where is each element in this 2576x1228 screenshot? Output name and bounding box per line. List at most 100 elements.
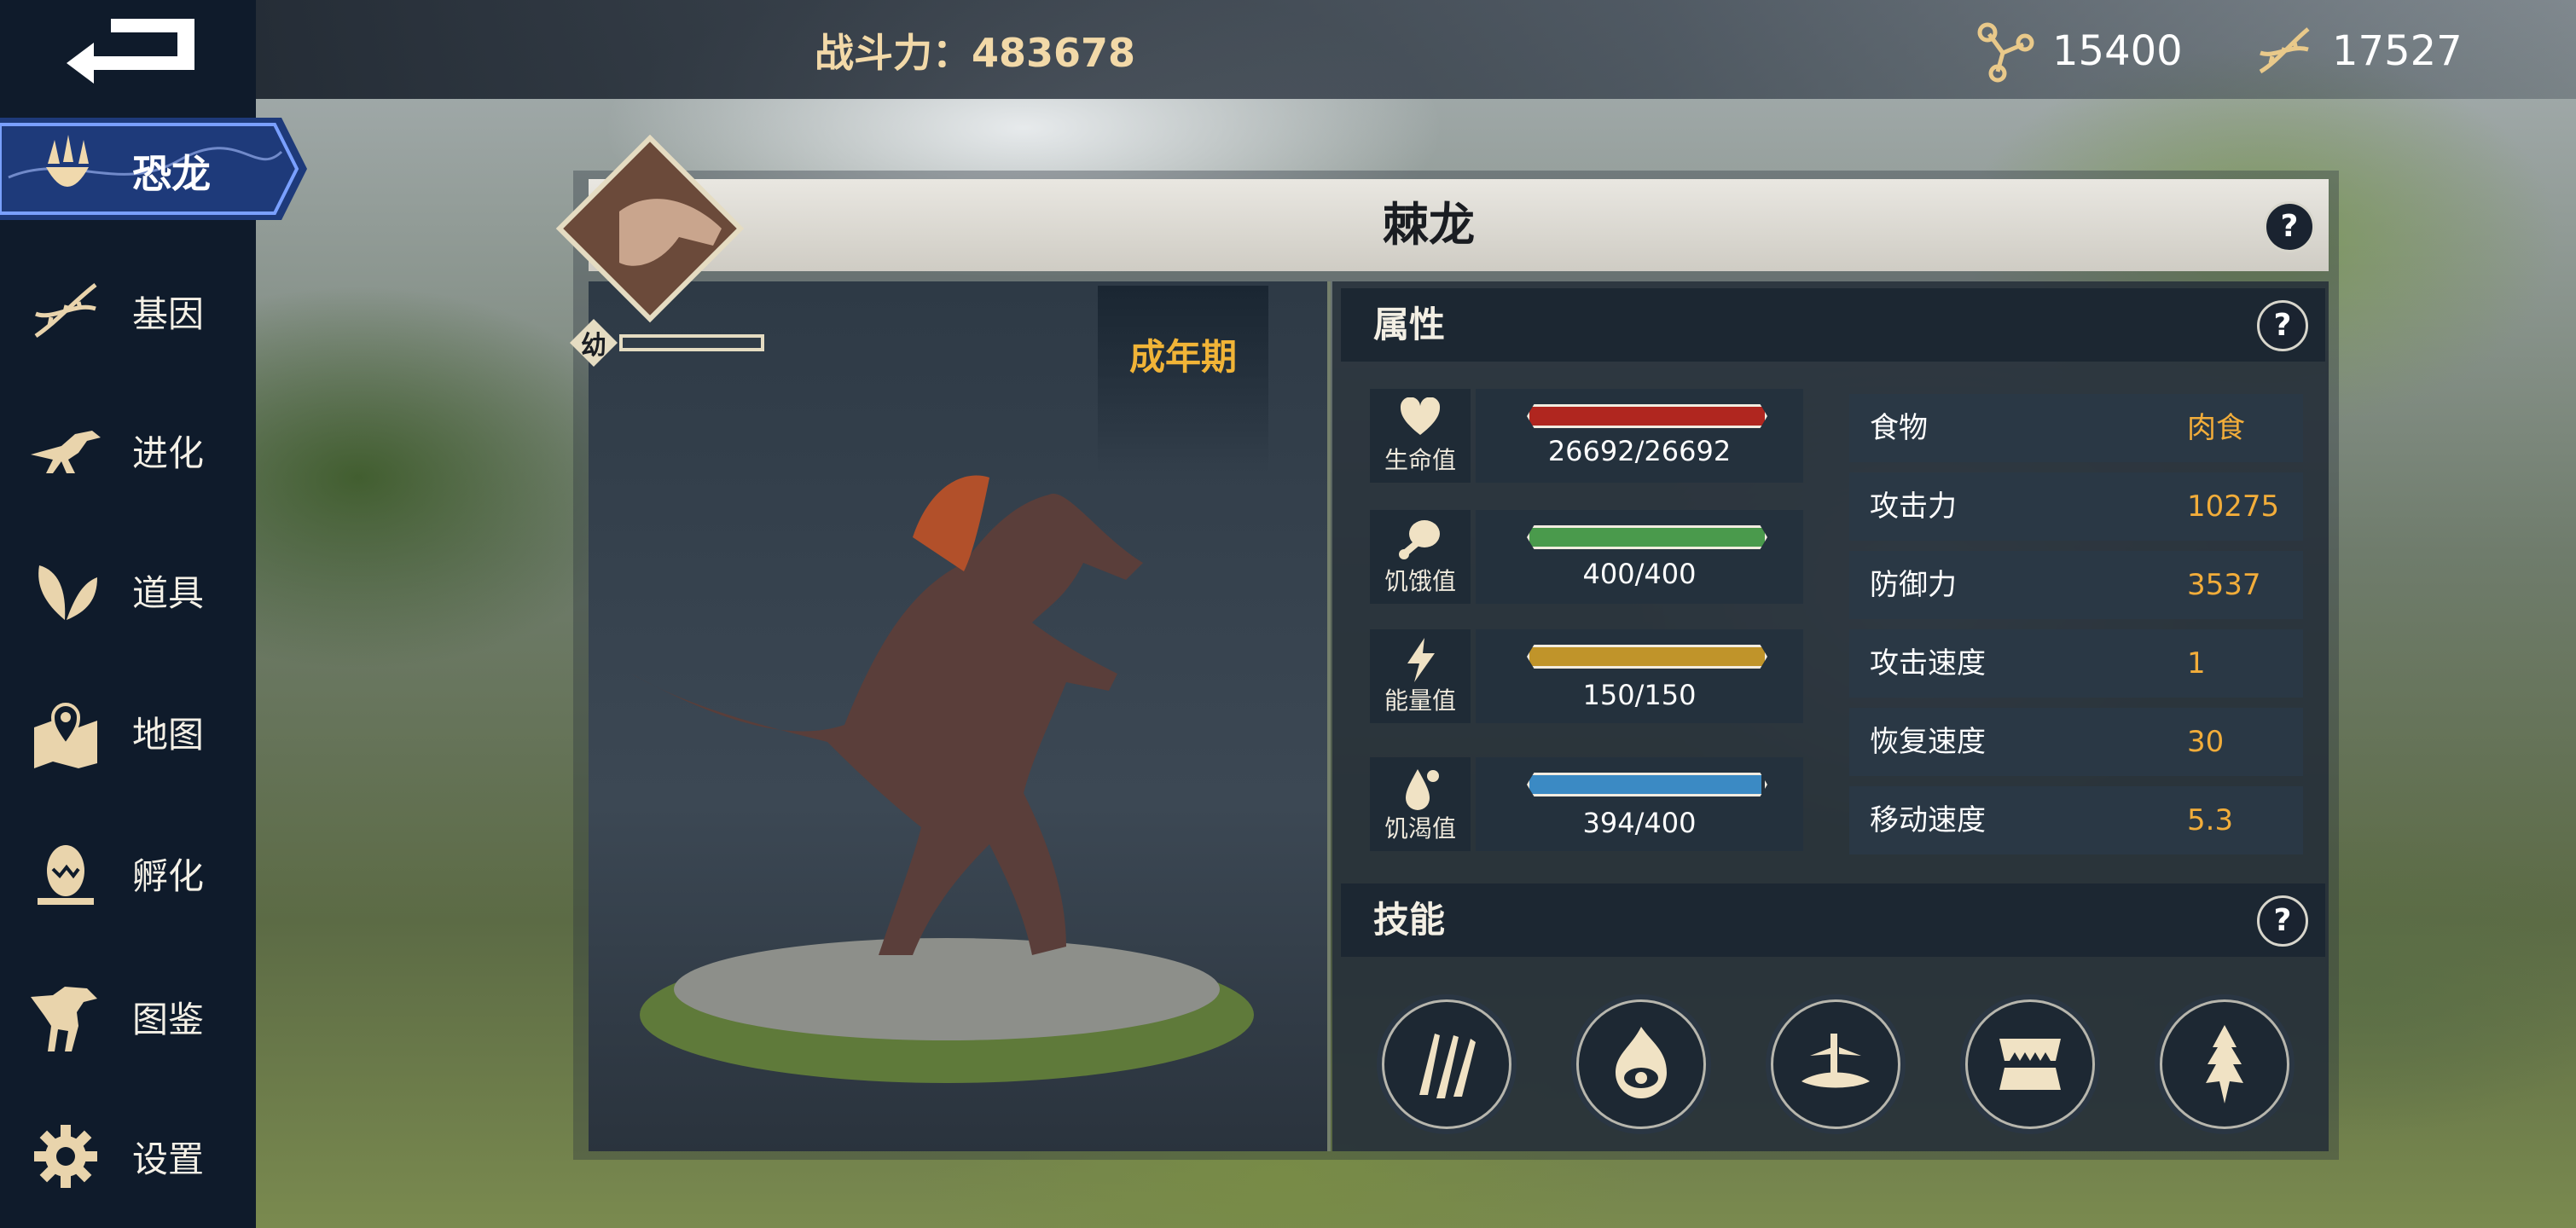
sidebar-item-map[interactable]: 地图 <box>0 681 256 783</box>
back-button[interactable] <box>0 0 256 99</box>
stat-value: 5.3 <box>2187 803 2234 837</box>
claw-slash-icon <box>1419 1034 1476 1098</box>
skill-slot-4[interactable] <box>1965 999 2095 1129</box>
fire-eye-icon <box>1616 1027 1667 1098</box>
vital-row-hunger: 饥饿值 400/400 <box>1370 510 1803 604</box>
vital-value-box: 400/400 <box>1476 510 1803 604</box>
stat-value: 30 <box>2187 725 2225 759</box>
skill-slot-5[interactable] <box>2160 999 2289 1129</box>
gear-icon <box>34 1125 97 1188</box>
stat-value: 3537 <box>2187 568 2261 602</box>
sidebar-item-hatch[interactable]: 孵化 <box>0 822 256 924</box>
skill-slot-3[interactable] <box>1771 999 1900 1129</box>
pane-divider <box>1327 281 1331 1151</box>
molecule-count: 15400 <box>2052 27 2183 75</box>
currency-molecule: 15400 <box>1972 19 2183 84</box>
combat-power-label: 战斗力： <box>815 30 972 76</box>
back-arrow-icon <box>67 19 194 84</box>
vital-value: 400/400 <box>1582 558 1697 590</box>
dino-claw-icon <box>46 135 89 187</box>
skill-slot-1[interactable] <box>1382 999 1511 1129</box>
sidebar-item-codex[interactable]: 图鉴 <box>0 965 256 1068</box>
skills-header: 技能 ? <box>1341 883 2325 957</box>
water-drop-icon <box>1406 769 1439 810</box>
vital-row-health: 生命值 26692/26692 <box>1370 389 1803 483</box>
attributes-title: 属性 <box>1373 304 1446 345</box>
dna-icon <box>34 283 97 339</box>
meat-icon <box>1399 520 1440 559</box>
stat-name: 移动速度 <box>1870 803 1986 837</box>
sidebar-item-label: 道具 <box>132 571 205 614</box>
thirst-bar-fill <box>1529 775 1761 794</box>
vital-name: 生命值 <box>1384 446 1456 474</box>
splash-icon <box>1801 1034 1870 1088</box>
stat-row-attack: 攻击力 10275 <box>1849 472 2303 541</box>
currency-dna: 17527 <box>2252 19 2463 84</box>
combat-power: 战斗力：483678 <box>815 22 1135 78</box>
thirst-bar <box>1527 773 1767 796</box>
bite-icon <box>1999 1039 2061 1090</box>
sidebar-item-label: 地图 <box>132 713 205 756</box>
stat-row-move-speed: 移动速度 5.3 <box>1849 786 2303 854</box>
stat-row-food: 食物 肉食 <box>1849 394 2303 462</box>
sidebar-item-items[interactable]: 道具 <box>0 539 256 641</box>
energy-bar <box>1527 645 1767 669</box>
attributes-help-button[interactable]: ? <box>2257 300 2308 351</box>
energy-bar-fill <box>1529 647 1765 666</box>
leaf-icon <box>38 565 97 620</box>
stat-name: 攻击速度 <box>1870 646 1986 681</box>
skills-title: 技能 <box>1373 899 1446 941</box>
sidebar-item-label: 进化 <box>132 432 205 474</box>
vital-value: 150/150 <box>1582 679 1697 711</box>
sidebar-item-label: 基因 <box>132 293 205 335</box>
lightning-icon <box>1407 638 1435 682</box>
vital-row-thirst: 饥渴值 394/400 <box>1370 757 1803 851</box>
dna-count: 17527 <box>2332 27 2463 75</box>
vital-value: 394/400 <box>1582 807 1697 839</box>
combat-power-value: 483678 <box>972 30 1136 76</box>
stat-row-defense: 防御力 3537 <box>1849 551 2303 619</box>
egg-icon <box>38 845 94 905</box>
stat-name: 恢复速度 <box>1870 725 1986 759</box>
sidebar-item-dinosaur[interactable]: 恐龙 <box>0 118 307 220</box>
sidebar-item-label: 恐龙 <box>132 151 211 197</box>
spike-burst-icon <box>2206 1025 2243 1103</box>
attributes-header: 属性 ? <box>1341 288 2325 362</box>
stat-value: 肉食 <box>2187 411 2245 445</box>
hunger-bar <box>1527 525 1767 549</box>
raptor-icon <box>31 431 101 473</box>
vital-icon-box: 能量值 <box>1370 629 1471 723</box>
stat-name: 食物 <box>1870 411 1928 445</box>
heart-icon <box>1400 397 1441 435</box>
dna-icon <box>2259 27 2310 74</box>
stat-name: 防御力 <box>1870 568 1957 602</box>
vital-name: 饥渴值 <box>1384 814 1456 843</box>
top-bar <box>256 0 2576 99</box>
health-bar <box>1527 404 1767 428</box>
sidebar-item-label: 设置 <box>132 1138 205 1180</box>
growth-stage: 成年期 <box>1128 336 1237 378</box>
vital-row-energy: 能量值 150/150 <box>1370 629 1803 723</box>
vital-icon-box: 饥渴值 <box>1370 757 1471 851</box>
trex-icon <box>31 987 97 1051</box>
sidebar-item-label: 孵化 <box>132 854 205 897</box>
vital-icon-box: 生命值 <box>1370 389 1471 483</box>
sidebar-item-evolve[interactable]: 进化 <box>0 399 256 501</box>
dino-name: 棘龙 <box>1383 198 1475 252</box>
hunger-bar-fill <box>1529 528 1765 547</box>
vital-value-box: 394/400 <box>1476 757 1803 851</box>
sidebar-item-label: 图鉴 <box>132 998 205 1040</box>
skills-help-button[interactable]: ? <box>2257 895 2308 947</box>
vital-name: 能量值 <box>1384 686 1456 715</box>
stat-row-recovery-speed: 恢复速度 30 <box>1849 708 2303 776</box>
growth-badge: 幼 <box>581 331 606 361</box>
skill-slot-2[interactable] <box>1576 999 1706 1129</box>
stat-row-attack-speed: 攻击速度 1 <box>1849 629 2303 698</box>
sidebar-item-settings[interactable]: 设置 <box>0 1105 256 1208</box>
vital-icon-box: 饥饿值 <box>1370 510 1471 604</box>
help-button[interactable]: ? <box>2264 201 2315 252</box>
sidebar-item-gene[interactable]: 基因 <box>0 260 256 362</box>
vital-name: 饥饿值 <box>1384 567 1456 595</box>
health-bar-fill <box>1529 407 1765 426</box>
vital-value: 26692/26692 <box>1547 435 1732 467</box>
